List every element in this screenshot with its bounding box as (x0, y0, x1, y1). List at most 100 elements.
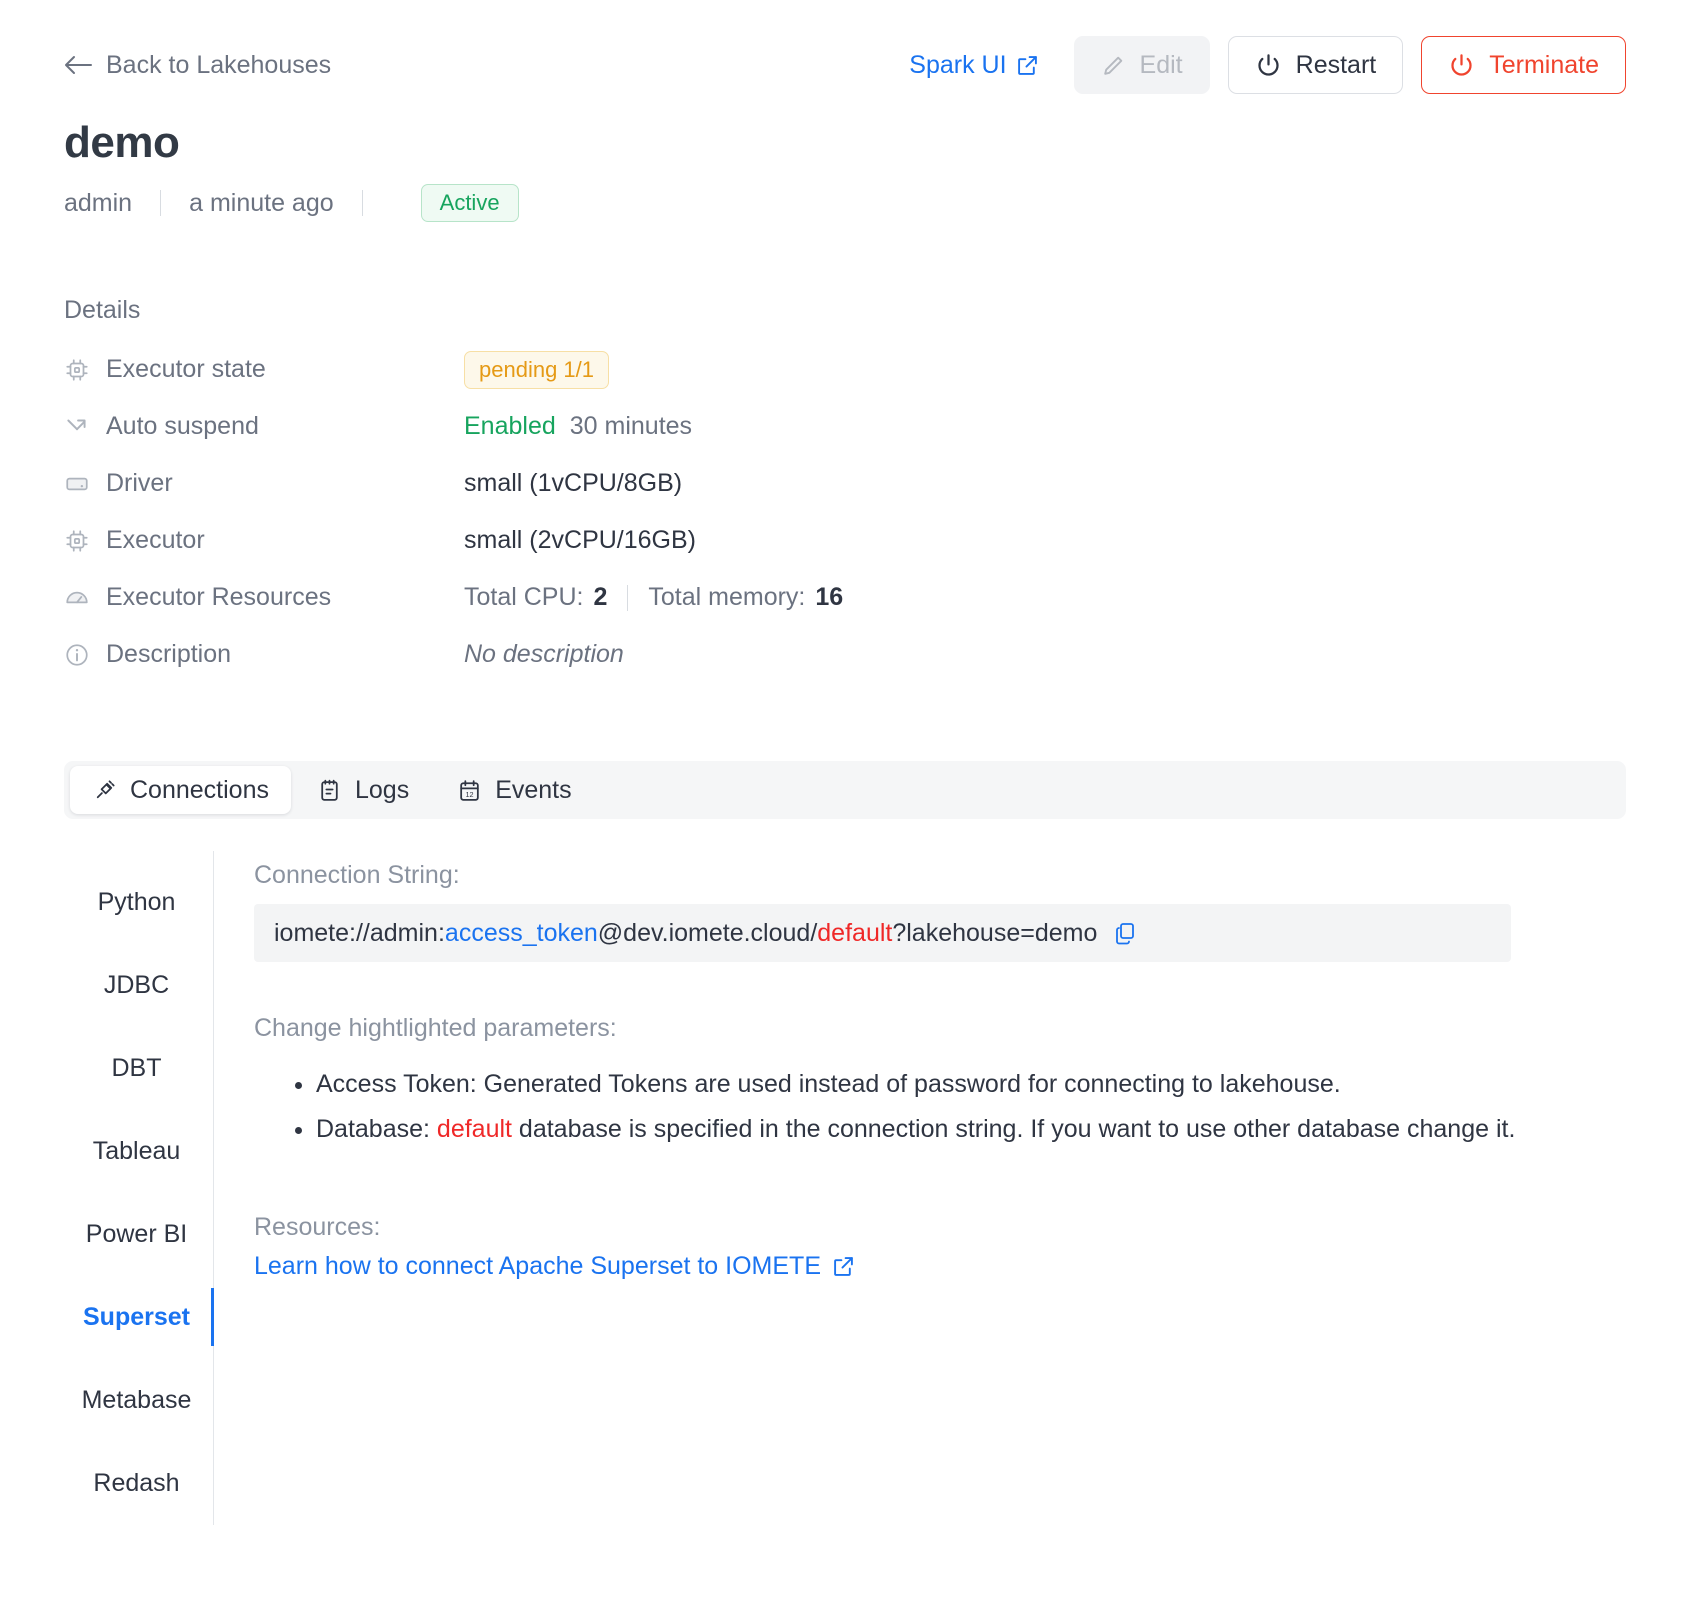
detail-label: Auto suspend (64, 412, 464, 441)
gauge-icon (64, 585, 90, 611)
list-item: Database: default database is specified … (316, 1110, 1626, 1149)
connection-item-superset[interactable]: Superset (64, 1276, 214, 1359)
power-icon (1448, 52, 1475, 79)
connection-string-database: default (817, 918, 893, 947)
detail-row-executor-state: Executor state pending 1/1 (64, 341, 1626, 398)
connection-item-label: Superset (83, 1303, 190, 1331)
edit-button[interactable]: Edit (1073, 36, 1210, 94)
detail-label: Executor Resources (64, 583, 464, 612)
tab-connections[interactable]: Connections (70, 766, 291, 814)
detail-label-text: Executor (106, 526, 205, 554)
tab-label: Logs (354, 775, 410, 804)
connection-item-label: DBT (111, 1054, 162, 1082)
terminate-label: Terminate (1489, 50, 1599, 79)
detail-value: Enabled 30 minutes (464, 412, 692, 441)
connection-details: Connection String: iomete://admin: access… (214, 851, 1626, 1525)
connection-item-label: Power BI (85, 1220, 188, 1248)
detail-label: Executor state (64, 355, 464, 384)
detail-row-executor: Executor small (2vCPU/16GB) (64, 512, 1626, 569)
connection-item-redash[interactable]: Redash (64, 1442, 213, 1525)
tab-events[interactable]: 12 Events (435, 766, 593, 814)
connection-string-box: iomete://admin: access_token @dev.iomete.c… (254, 904, 1511, 962)
meta-divider (160, 190, 162, 216)
connections-panel: Python JDBC DBT Tableau Power BI Superse… (64, 851, 1626, 1525)
plug-icon (92, 778, 117, 803)
detail-label-text: Description (106, 640, 232, 668)
connection-item-tableau[interactable]: Tableau (64, 1110, 213, 1193)
detail-label-text: Executor state (106, 355, 266, 383)
detail-label-text: Auto suspend (106, 412, 259, 440)
spark-ui-link[interactable]: Spark UI (909, 51, 1037, 80)
lakehouse-detail-page: Back to Lakehouses Spark UI Edit Restart… (0, 0, 1690, 1604)
arrow-left-icon (64, 55, 92, 75)
terminate-button[interactable]: Terminate (1421, 36, 1626, 94)
connection-item-power-bi[interactable]: Power BI (64, 1193, 213, 1276)
edit-label: Edit (1139, 50, 1183, 79)
connection-item-label: Redash (93, 1469, 180, 1497)
connection-type-list: Python JDBC DBT Tableau Power BI Superse… (64, 851, 214, 1525)
details-heading: Details (64, 296, 141, 324)
connection-string-host: @dev.iomete.cloud/ (597, 918, 818, 947)
total-memory-label: Total memory: (648, 583, 806, 611)
connection-item-metabase[interactable]: Metabase (64, 1359, 213, 1442)
svg-text:12: 12 (466, 789, 474, 798)
page-title: demo (64, 118, 180, 167)
detail-value: small (1vCPU/8GB) (464, 469, 683, 497)
list-item: Access Token: Generated Tokens are used … (316, 1065, 1626, 1104)
param-rest: database is specified in the connection … (511, 1114, 1516, 1143)
tab-label: Events (495, 775, 572, 804)
total-memory-value: 16 (815, 583, 844, 611)
total-cpu-value: 2 (593, 583, 608, 611)
detail-label: Executor (64, 526, 464, 555)
connection-item-dbt[interactable]: DBT (64, 1027, 213, 1110)
notepad-icon (317, 778, 342, 803)
header-meta: admin a minute ago Active (64, 184, 1626, 222)
change-parameters-label: Change hightlighted parameters: (254, 1014, 617, 1042)
param-prefix: Database: (316, 1114, 437, 1143)
executor-state-badge: pending 1/1 (464, 350, 609, 389)
tab-logs[interactable]: Logs (295, 766, 431, 814)
total-cpu-label: Total CPU: (464, 583, 584, 611)
resource-link-label: Learn how to connect Apache Superset to … (254, 1251, 821, 1280)
detail-label-text: Driver (106, 469, 173, 497)
auto-suspend-state: Enabled (464, 412, 556, 440)
detail-value: small (2vCPU/16GB) (464, 526, 696, 554)
connection-item-label: JDBC (103, 971, 170, 999)
resources-label: Resources: (254, 1212, 381, 1241)
updated-label: a minute ago (189, 188, 334, 217)
connection-string-label: Connection String: (254, 861, 460, 889)
connection-string-suffix: ?lakehouse=demo (892, 918, 1098, 947)
auto-suspend-duration: 30 minutes (569, 412, 693, 440)
connection-item-python[interactable]: Python (64, 861, 213, 944)
connection-item-label: Tableau (92, 1137, 181, 1165)
restart-label: Restart (1295, 50, 1377, 79)
detail-row-description: Description No description (64, 626, 1626, 683)
info-icon (64, 642, 90, 668)
calendar-icon: 12 (457, 778, 482, 803)
pencil-icon (1101, 53, 1126, 78)
status-badge: Active (420, 184, 519, 222)
details-section: Details Executor state pending 1/1 Auto … (64, 296, 1626, 683)
top-actions: Spark UI Edit Restart Terminate (909, 36, 1626, 94)
tab-bar: Connections Logs 12 Events (64, 761, 1626, 819)
cpu-icon (64, 528, 90, 554)
tab-label: Connections (130, 775, 269, 804)
owner-label: admin (64, 188, 133, 217)
detail-row-auto-suspend: Auto suspend Enabled 30 minutes (64, 398, 1626, 455)
copy-icon[interactable] (1113, 921, 1137, 945)
meta-divider (361, 190, 363, 216)
restart-button[interactable]: Restart (1227, 36, 1404, 94)
back-to-lakehouses-label: Back to Lakehouses (106, 50, 332, 79)
connection-item-jdbc[interactable]: JDBC (64, 944, 213, 1027)
back-to-lakehouses-button[interactable]: Back to Lakehouses (64, 51, 331, 80)
driver-icon (64, 471, 90, 497)
auto-suspend-icon (64, 414, 90, 440)
external-link-icon (833, 1256, 854, 1277)
detail-value: pending 1/1 (464, 350, 609, 389)
resource-link[interactable]: Learn how to connect Apache Superset to … (254, 1252, 854, 1281)
connection-string-prefix: iomete://admin: (274, 918, 445, 947)
param-highlight: default (436, 1114, 512, 1143)
parameters-list: Access Token: Generated Tokens are used … (254, 1065, 1626, 1149)
external-link-icon (1017, 55, 1038, 76)
value-divider (627, 584, 629, 611)
